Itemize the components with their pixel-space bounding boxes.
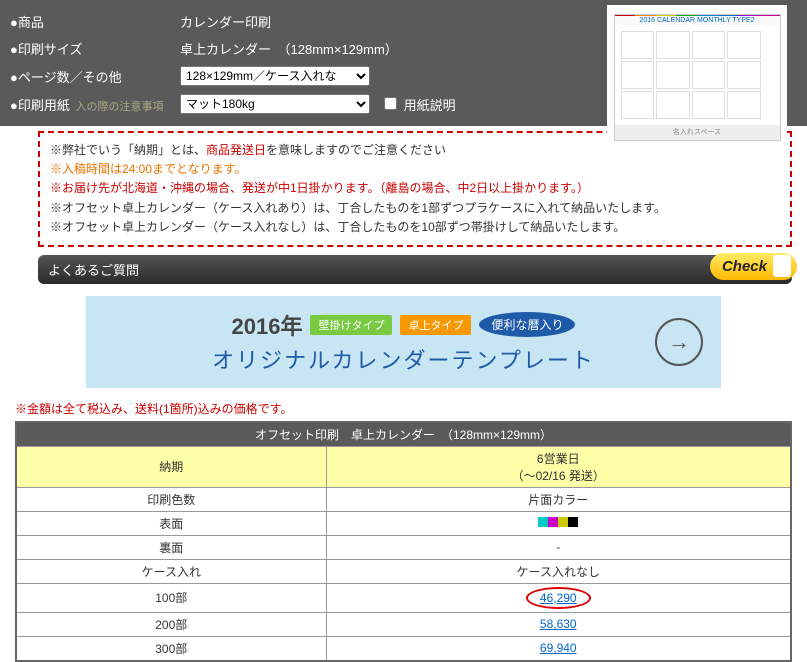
delivery-label: 納期 — [16, 446, 326, 487]
size-value: 卓上カレンダー （128mm×129mm） — [180, 39, 398, 58]
product-value: カレンダー印刷 — [180, 12, 271, 31]
cal-title: 2016 CALENDAR MONTHLY TYPE2 — [615, 16, 780, 25]
paper-select[interactable]: マット180kg — [180, 94, 370, 114]
check-badge[interactable]: Check — [710, 253, 797, 280]
table-header: オフセット印刷 卓上カレンダー （128mm×129mm） — [16, 422, 791, 447]
delivery-value: 6営業日（～02/16 発送） — [326, 446, 791, 487]
cmyk-swatch — [326, 511, 791, 535]
product-image: 2016 CALENDAR MONTHLY TYPE2 名入れスペース — [607, 5, 787, 150]
faq-title: よくあるご質問 — [48, 263, 139, 278]
banner-tag-koyomi: 便利な暦入り — [479, 312, 575, 337]
paper-hint: 入の際の注意事項 — [75, 101, 163, 113]
paper-label: ●印刷用紙 — [10, 98, 70, 113]
checkbox-input[interactable] — [384, 97, 397, 110]
pages-select[interactable]: 128×129mm／ケース入れな — [180, 66, 370, 86]
size-label: ●印刷サイズ — [10, 39, 180, 58]
paper-desc-checkbox[interactable]: 用紙説明 — [380, 94, 456, 114]
price-100[interactable]: 46,290 — [326, 583, 791, 612]
banner-year: 2016年 — [232, 309, 303, 341]
arrow-icon: → — [655, 318, 703, 366]
banner-tag-desk: 卓上タイプ — [400, 315, 471, 335]
template-banner[interactable]: 2016年 壁掛けタイプ 卓上タイプ 便利な暦入り オリジナルカレンダーテンプレ… — [86, 296, 721, 388]
faq-bar[interactable]: よくあるご質問 Check — [38, 255, 792, 284]
banner-main: オリジナルカレンダーテンプレート — [212, 343, 595, 375]
price-table: オフセット印刷 卓上カレンダー （128mm×129mm） 納期 6営業日（～0… — [15, 421, 792, 662]
price-200[interactable]: 58,630 — [326, 612, 791, 636]
price-300[interactable]: 69,940 — [326, 636, 791, 661]
product-label: ●商品 — [10, 12, 180, 31]
price-note: ※金額は全て税込み、送料(1箇所)込みの価格です。 — [15, 400, 792, 417]
pages-label: ●ページ数／その他 — [10, 67, 180, 86]
cal-footer: 名入れスペース — [615, 125, 780, 140]
banner-tag-wall: 壁掛けタイプ — [310, 315, 392, 335]
